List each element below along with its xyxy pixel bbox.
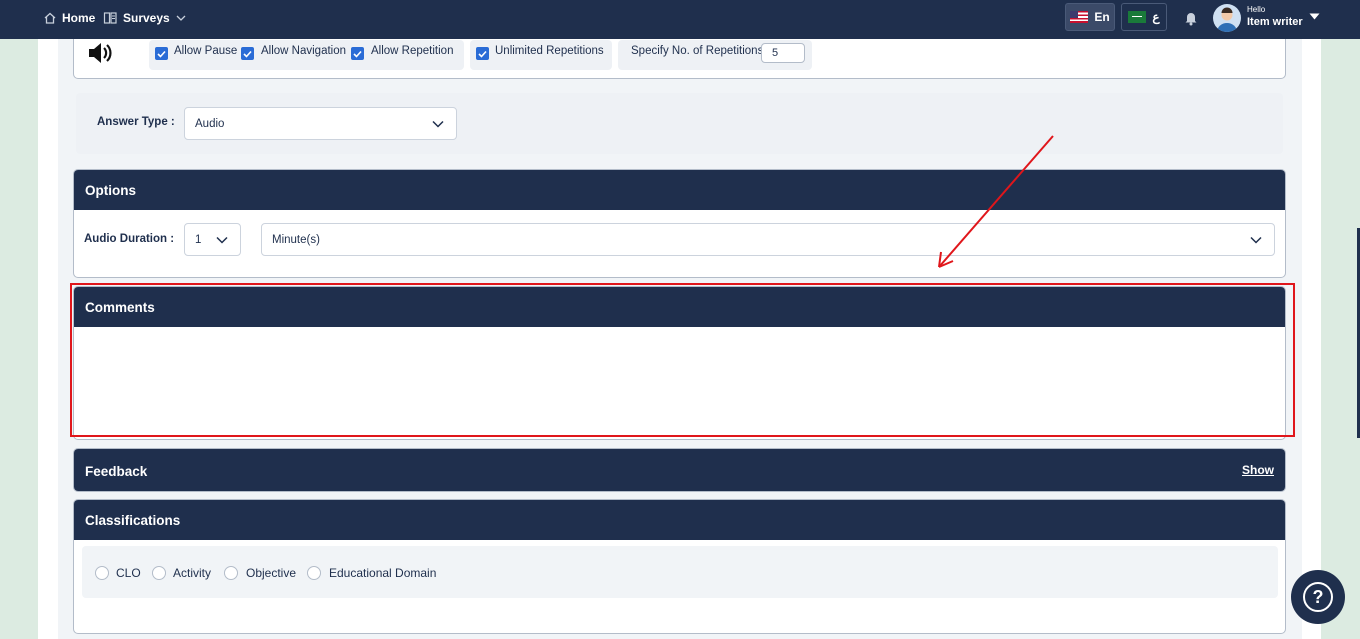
- classifications-card-title: Classifications: [85, 512, 181, 528]
- answer-type-label: Answer Type :: [97, 116, 175, 128]
- nav-home-label: Home: [62, 11, 96, 25]
- language-en-button[interactable]: En: [1065, 3, 1115, 31]
- repetitions-count-label: Specify No. of Repetitions: [631, 45, 764, 57]
- objective-label: Objective: [246, 566, 297, 580]
- clo-label: CLO: [116, 566, 141, 580]
- allow-pause-label: Allow Pause: [174, 45, 238, 57]
- allow-repetition-label: Allow Repetition: [371, 45, 454, 57]
- language-ar-button[interactable]: ع: [1121, 3, 1167, 31]
- saudi-flag-icon: [1128, 11, 1147, 23]
- chevron-down-icon: [1250, 236, 1262, 244]
- nav-home[interactable]: Home: [43, 0, 95, 36]
- allow-repetition-checkbox[interactable]: [351, 47, 364, 60]
- feedback-card-title: Feedback: [85, 463, 148, 479]
- nav-surveys[interactable]: Surveys: [103, 0, 187, 36]
- objective-radio[interactable]: [224, 566, 238, 580]
- home-icon: [44, 12, 56, 24]
- educational-domain-label: Educational Domain: [329, 566, 437, 580]
- comments-highlight-box: [70, 283, 1295, 437]
- nav-surveys-label: Surveys: [123, 11, 170, 25]
- unlimited-repetitions-label: Unlimited Repetitions: [495, 45, 604, 57]
- language-ar-label: ع: [1152, 10, 1160, 24]
- avatar[interactable]: [1213, 4, 1241, 32]
- help-button[interactable]: ?: [1291, 570, 1345, 624]
- classifications-card-header: Classifications: [74, 500, 1285, 540]
- activity-label: Activity: [173, 566, 212, 580]
- allow-pause-checkbox[interactable]: [155, 47, 168, 60]
- duration-unit-select[interactable]: Minute(s): [261, 223, 1275, 256]
- repetitions-count-input[interactable]: 5: [761, 43, 805, 63]
- options-card-title: Options: [85, 182, 136, 198]
- unlimited-repetitions-checkbox[interactable]: [476, 47, 489, 60]
- speaker-icon[interactable]: [87, 40, 115, 66]
- user-name: Item writer: [1247, 16, 1303, 28]
- allow-navigation-label: Allow Navigation: [261, 45, 347, 57]
- audio-duration-label: Audio Duration :: [84, 233, 175, 245]
- feedback-card-header: Feedback Show: [74, 449, 1285, 491]
- options-card-header: Options: [74, 170, 1285, 210]
- user-greeting[interactable]: Hello Item writer: [1247, 5, 1303, 29]
- answer-type-select[interactable]: Audio: [184, 107, 457, 140]
- clo-radio[interactable]: [95, 566, 109, 580]
- bell-icon[interactable]: [1184, 10, 1198, 26]
- audio-duration-select[interactable]: 1: [184, 223, 241, 256]
- top-navbar: Home Surveys En ع Hello Item writer: [0, 0, 1360, 39]
- audio-duration-value: 1: [195, 233, 202, 246]
- user-avatar-icon: [1217, 7, 1237, 32]
- user-hello: Hello: [1247, 5, 1266, 14]
- allow-navigation-checkbox[interactable]: [241, 47, 254, 60]
- caret-down-icon[interactable]: [1309, 13, 1320, 20]
- us-flag-icon: [1070, 11, 1089, 23]
- educational-domain-radio[interactable]: [307, 566, 321, 580]
- answer-type-value: Audio: [195, 117, 225, 130]
- survey-icon: [103, 12, 117, 24]
- feedback-show-link[interactable]: Show: [1242, 463, 1274, 477]
- chevron-down-icon: [176, 15, 186, 21]
- duration-unit-value: Minute(s): [272, 233, 320, 246]
- chevron-down-icon: [432, 120, 444, 128]
- question-mark-icon: ?: [1303, 582, 1333, 612]
- chevron-down-icon: [216, 236, 228, 244]
- annotation-arrow-icon: [938, 135, 1054, 268]
- language-en-label: En: [1094, 10, 1110, 24]
- feedback-card: Feedback Show: [73, 448, 1286, 492]
- activity-radio[interactable]: [152, 566, 166, 580]
